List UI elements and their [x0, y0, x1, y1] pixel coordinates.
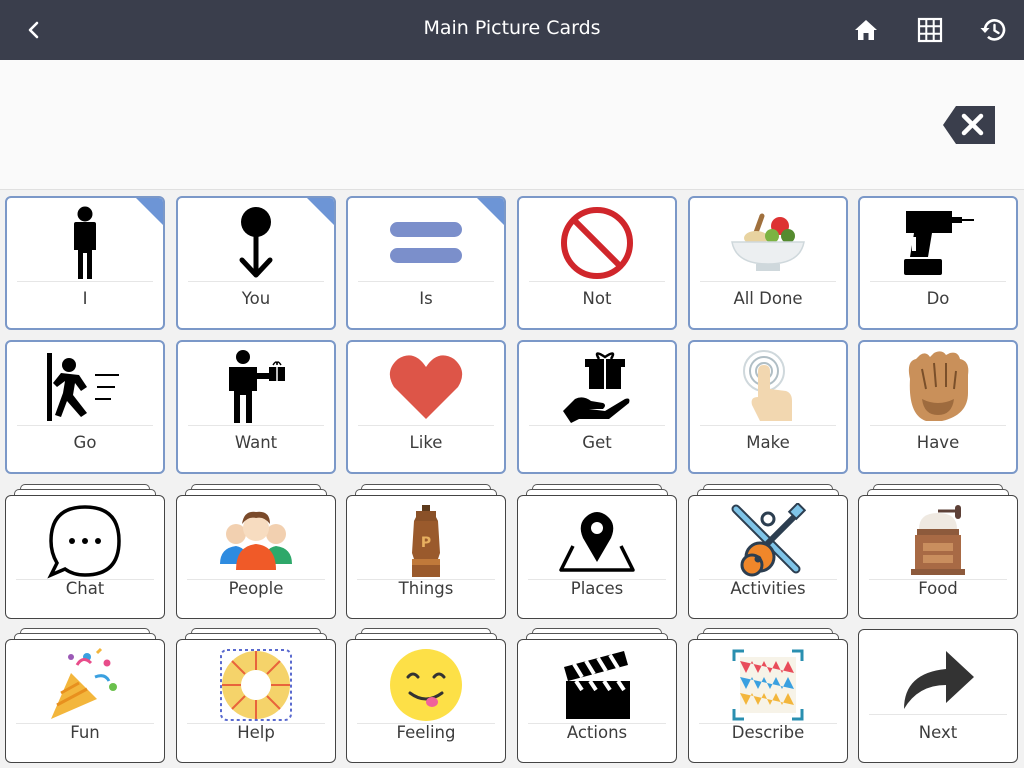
back-button[interactable] [14, 10, 54, 50]
card-label: Go [73, 433, 97, 452]
card-label: Want [234, 433, 278, 452]
card-all-done[interactable]: All Done [688, 196, 848, 330]
card-divider [188, 281, 324, 282]
folder-feeling[interactable]: Feeling [346, 639, 506, 763]
finger-tap-icon [690, 348, 846, 426]
next-arrow-icon [859, 640, 1017, 718]
card-grid: I You Is Not All Done Do Go Want Like Ge… [0, 190, 1024, 768]
people-group-icon [177, 502, 335, 580]
person-with-gift-icon [178, 348, 334, 426]
map-pin-icon [518, 502, 676, 580]
card-divider [700, 281, 836, 282]
card-label: Get [582, 433, 612, 452]
folder-people[interactable]: People [176, 495, 336, 619]
card-label: Describe [731, 723, 805, 742]
sentence-bar[interactable] [0, 60, 1024, 190]
card-label: Things [398, 579, 454, 598]
card-divider [17, 281, 153, 282]
history-icon [980, 19, 1006, 41]
card-label: I [82, 289, 88, 308]
home-icon [855, 20, 877, 40]
running-person-icon [7, 348, 163, 426]
card-i[interactable]: I [5, 196, 165, 330]
folder-places[interactable]: Places [517, 495, 677, 619]
folder-fun[interactable]: Fun [5, 639, 165, 763]
card-label: Have [916, 433, 960, 452]
guitar-and-tools-icon [689, 502, 847, 580]
drill-icon [860, 204, 1016, 282]
pattern-frame-icon [689, 646, 847, 724]
card-go[interactable]: Go [5, 340, 165, 474]
card-not[interactable]: Not [517, 196, 677, 330]
party-popper-icon [6, 646, 164, 724]
top-bar: Main Picture Cards [0, 0, 1024, 60]
card-divider [700, 425, 836, 426]
card-divider [529, 425, 665, 426]
card-divider [358, 281, 494, 282]
folder-actions[interactable]: Actions [517, 639, 677, 763]
folder-food[interactable]: Food [858, 495, 1018, 619]
folder-help[interactable]: Help [176, 639, 336, 763]
folder-activities[interactable]: Activities [688, 495, 848, 619]
card-is[interactable]: Is [346, 196, 506, 330]
card-do[interactable]: Do [858, 196, 1018, 330]
card-divider [869, 714, 1007, 715]
card-label: Do [926, 289, 950, 308]
no-sign-icon [519, 204, 675, 282]
card-divider [870, 281, 1006, 282]
card-divider [529, 281, 665, 282]
hand-receiving-gift-icon [519, 348, 675, 426]
card-make[interactable]: Make [688, 340, 848, 474]
life-ring-icon [177, 646, 335, 724]
grid-button[interactable] [912, 12, 948, 48]
baseball-glove-icon [860, 348, 1016, 426]
clapperboard-icon [518, 646, 676, 724]
card-label: Not [582, 289, 612, 308]
card-want[interactable]: Want [176, 340, 336, 474]
grid-icon [917, 17, 943, 43]
coffee-grinder-icon [859, 502, 1017, 580]
home-button[interactable] [848, 12, 884, 48]
card-label: Food [918, 579, 958, 598]
card-label: Is [419, 289, 433, 308]
card-label: Chat [65, 579, 105, 598]
card-label: Next [918, 723, 958, 742]
pepper-mill-icon: P [347, 502, 505, 580]
backspace-icon [943, 106, 995, 144]
person-icon [7, 204, 163, 282]
card-label: You [241, 289, 271, 308]
card-label: Places [570, 579, 624, 598]
pointing-down-icon [178, 204, 334, 282]
card-label: Like [409, 433, 443, 452]
card-label: Activities [730, 579, 806, 598]
card-label: All Done [733, 289, 803, 308]
card-divider [188, 425, 324, 426]
card-next[interactable]: Next [858, 629, 1018, 763]
card-like[interactable]: Like [346, 340, 506, 474]
card-divider [870, 425, 1006, 426]
card-label: Make [746, 433, 790, 452]
folder-things[interactable]: P Things [346, 495, 506, 619]
folder-chat[interactable]: Chat [5, 495, 165, 619]
card-divider [358, 425, 494, 426]
card-label: Fun [70, 723, 100, 742]
equals-icon [348, 204, 504, 282]
card-label: People [228, 579, 284, 598]
svg-text:P: P [421, 535, 431, 551]
empty-bowl-icon [690, 204, 846, 282]
heart-icon [348, 348, 504, 426]
smiley-face-icon [347, 646, 505, 724]
backspace-button[interactable] [943, 106, 995, 144]
card-get[interactable]: Get [517, 340, 677, 474]
card-divider [17, 425, 153, 426]
chevron-left-icon [28, 21, 39, 39]
speech-bubble-icon [6, 502, 164, 580]
card-label: Feeling [396, 723, 456, 742]
card-label: Actions [566, 723, 628, 742]
history-button[interactable] [975, 12, 1011, 48]
card-you[interactable]: You [176, 196, 336, 330]
card-label: Help [237, 723, 275, 742]
card-have[interactable]: Have [858, 340, 1018, 474]
folder-describe[interactable]: Describe [688, 639, 848, 763]
